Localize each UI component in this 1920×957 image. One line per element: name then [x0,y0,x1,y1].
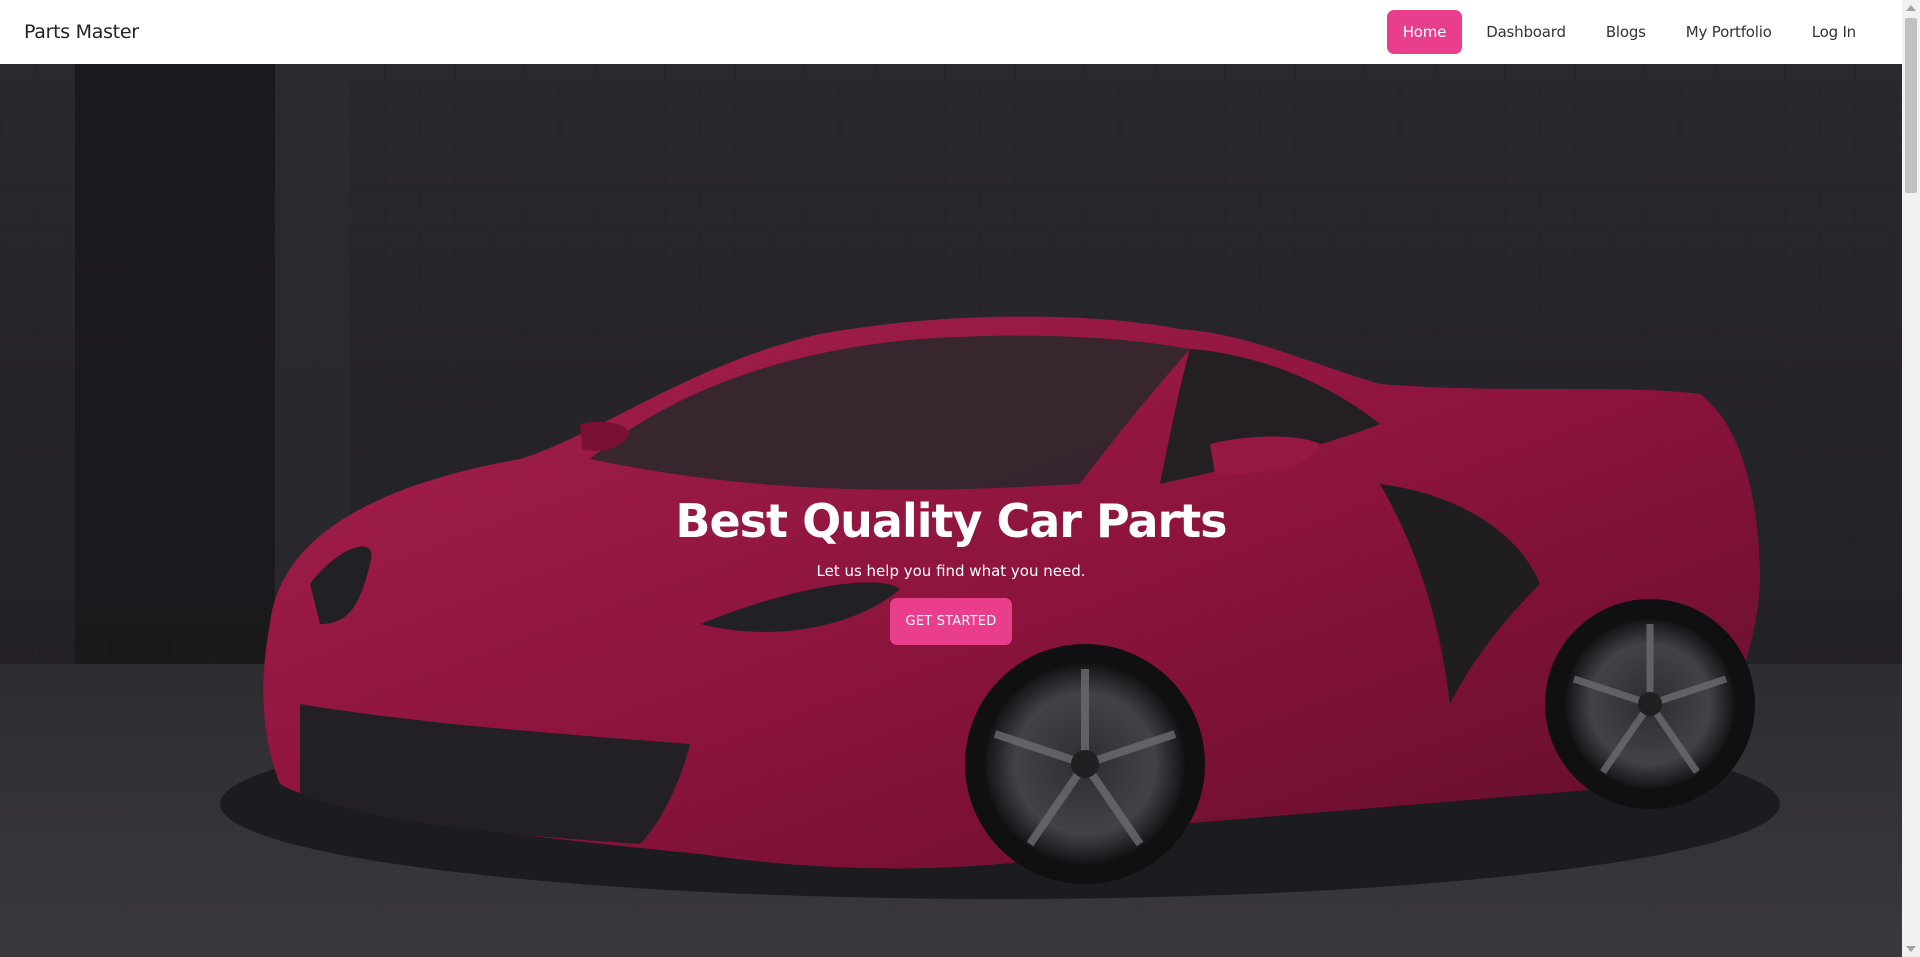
nav-link-dashboard[interactable]: Dashboard [1470,10,1582,54]
nav-link-home[interactable]: Home [1386,10,1463,54]
hero-title: Best Quality Car Parts [675,494,1227,548]
get-started-button[interactable]: GET STARTED [889,598,1013,645]
brand-logo[interactable]: Parts Master [24,21,139,43]
hero-content: Best Quality Car Parts Let us help you f… [0,64,1902,957]
hero-subtitle: Let us help you find what you need. [816,562,1086,580]
scroll-up-arrow-icon[interactable] [1906,5,1916,11]
scroll-thumb[interactable] [1905,18,1917,193]
top-navbar: Parts Master Home Dashboard Blogs My Por… [0,0,1902,64]
nav-link-log-in[interactable]: Log In [1796,10,1872,54]
scroll-down-arrow-icon[interactable] [1906,946,1916,952]
nav-links: Home Dashboard Blogs My Portfolio Log In [1386,10,1878,54]
page-scrollbar[interactable] [1902,0,1920,957]
hero-section: Best Quality Car Parts Let us help you f… [0,64,1902,957]
nav-link-blogs[interactable]: Blogs [1590,10,1662,54]
nav-link-my-portfolio[interactable]: My Portfolio [1670,10,1788,54]
